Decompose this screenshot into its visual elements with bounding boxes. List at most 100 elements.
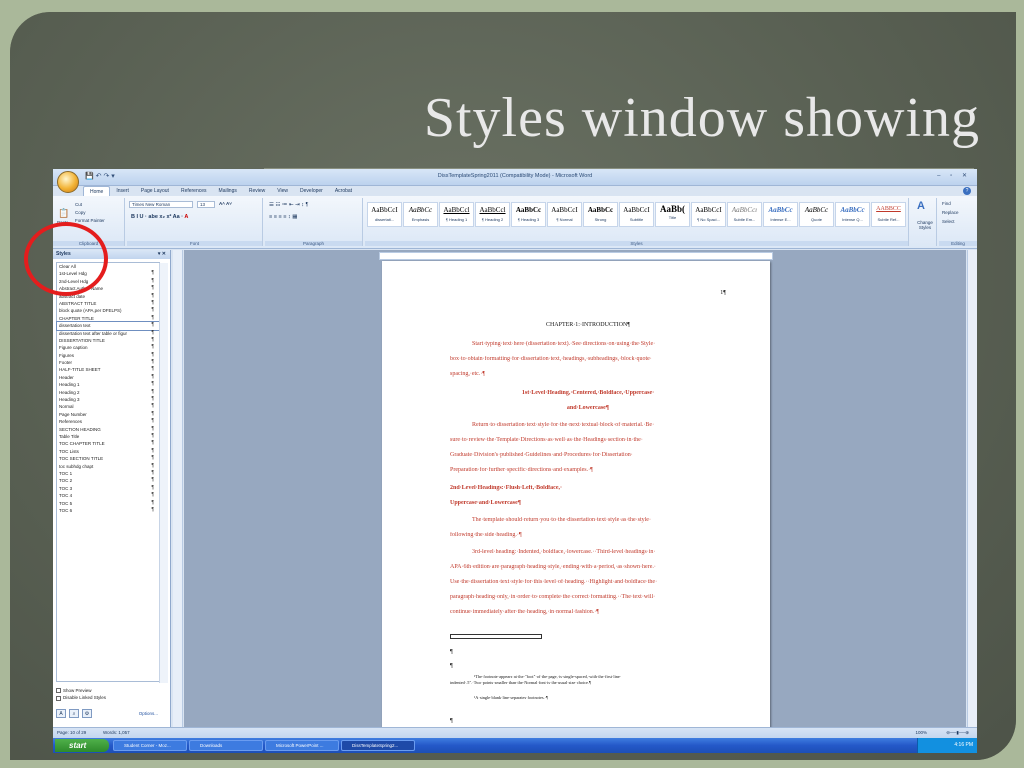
find-button[interactable]: Find: [942, 201, 951, 206]
style-list-item[interactable]: TOC 5 ¶: [57, 500, 159, 507]
styles-list-scrollbar[interactable]: [159, 263, 168, 683]
style-list-item[interactable]: HALF-TITLE SHEET ¶: [57, 366, 159, 373]
tab-insert[interactable]: Insert: [110, 186, 135, 196]
vertical-scrollbar[interactable]: [967, 250, 977, 727]
grow-font-icon[interactable]: A˄ A˅: [219, 201, 232, 206]
style-list-item[interactable]: TOC Lists ¶: [57, 448, 159, 455]
style-gallery-item[interactable]: AaBbCcl ¶ Heading 1: [439, 202, 474, 227]
style-list-item[interactable]: SECTION HEADING ¶: [57, 426, 159, 433]
style-gallery-item[interactable]: AaBbCc Strong: [583, 202, 618, 227]
manage-styles-icon[interactable]: ⚙: [82, 709, 92, 718]
disable-linked-checkbox[interactable]: [56, 695, 61, 701]
style-list-item[interactable]: dissertation text after table or figur ¶: [57, 330, 159, 337]
options-link[interactable]: Options...: [139, 711, 158, 716]
copy-button[interactable]: Copy: [75, 210, 86, 215]
style-list-item[interactable]: Normal ¶: [57, 403, 159, 410]
show-preview-checkbox[interactable]: [56, 688, 61, 694]
style-gallery-item[interactable]: AaBbCc ¶ Heading 3: [511, 202, 546, 227]
change-styles-icon[interactable]: A: [917, 200, 925, 212]
style-list-item[interactable]: Table Title ¶: [57, 433, 159, 440]
paragraph-style-icon: ¶: [151, 359, 154, 366]
style-list-label: toc subhdg chapt: [59, 463, 94, 469]
style-list-item[interactable]: toc subhdg chapt ¶: [57, 463, 159, 470]
style-list-item[interactable]: References ¶: [57, 418, 159, 425]
style-gallery-item[interactable]: AaBbCcI ¶ Normal: [547, 202, 582, 227]
style-list-item[interactable]: Heading 3 ¶: [57, 396, 159, 403]
tab-developer[interactable]: Developer: [294, 186, 329, 196]
tab-mailings[interactable]: Mailings: [213, 186, 243, 196]
style-list-item[interactable]: Figure caption ¶: [57, 344, 159, 351]
word-count[interactable]: Words: 1,057: [103, 730, 130, 735]
style-list-item[interactable]: TOC 1 ¶: [57, 470, 159, 477]
taskbar-item-powerpoint[interactable]: Microsoft PowerPoint ...: [265, 740, 339, 751]
style-list-item[interactable]: block quote (APA,per DFELPS) ¶: [57, 307, 159, 314]
style-gallery-item[interactable]: AABBCC Subtle Ref...: [871, 202, 906, 227]
tab-page-layout[interactable]: Page Layout: [135, 186, 175, 196]
tab-references[interactable]: References: [175, 186, 213, 196]
font-format-buttons[interactable]: B I U · abe x₂ x² Aa · A: [131, 214, 188, 220]
new-style-icon[interactable]: A: [56, 709, 66, 718]
style-gallery-item[interactable]: AaBb(Title: [655, 202, 690, 227]
list-buttons[interactable]: ☰ ☷ ≔ ⇤ ⇥ ↕ ¶: [269, 202, 308, 208]
cut-button[interactable]: Cut: [75, 202, 82, 207]
change-styles-button[interactable]: Change Styles: [913, 220, 937, 230]
style-list-item[interactable]: ABSTRACT TITLE ¶: [57, 300, 159, 307]
style-gallery-item[interactable]: AaBbCc Intense Q...: [835, 202, 870, 227]
style-list-item[interactable]: TOC 4 ¶: [57, 492, 159, 499]
disable-linked-option[interactable]: Disable Linked Styles: [56, 695, 106, 701]
page-count[interactable]: Page: 10 of 29: [57, 730, 86, 735]
tab-view[interactable]: View: [271, 186, 294, 196]
style-list-item[interactable]: Header ¶: [57, 374, 159, 381]
select-button[interactable]: Select: [942, 219, 955, 224]
style-gallery-item[interactable]: AaBbCcI dissertati...: [367, 202, 402, 227]
document-page[interactable]: 1¶ CHAPTER·1:·INTRODUCTION¶ Start·typing·…: [382, 261, 770, 729]
style-list-item[interactable]: Heading 2 ¶: [57, 389, 159, 396]
style-list-item[interactable]: DISSERTATION TITLE ¶: [57, 337, 159, 344]
window-controls[interactable]: ‒ ▫ ✕: [937, 172, 971, 179]
style-list-label: Normal: [59, 404, 74, 410]
style-gallery-item[interactable]: AaBbCcl ¶ Heading 2: [475, 202, 510, 227]
taskbar-item-firefox[interactable]: Student Corner - Moz...: [113, 740, 187, 751]
style-list-item[interactable]: TOC 2 ¶: [57, 477, 159, 484]
show-preview-option[interactable]: Show Preview: [56, 688, 106, 694]
style-list-item[interactable]: Figures ¶: [57, 352, 159, 359]
document-line: and·Lowercase¶: [566, 405, 610, 411]
paragraph-style-icon: ¶: [151, 469, 154, 476]
style-list-item[interactable]: dissertation text ¶: [56, 321, 160, 331]
style-list-item[interactable]: CHAPTER TITLE ¶: [57, 315, 159, 322]
style-gallery-item[interactable]: AaBbCcI ¶ No Spaci...: [691, 202, 726, 227]
zoom-slider[interactable]: ⊖──▮──⊕: [946, 730, 969, 736]
style-list-item[interactable]: TOC SECTION TITLE ¶: [57, 455, 159, 462]
style-name: Subtle Em...: [733, 217, 756, 222]
style-list-item[interactable]: TOC 3 ¶: [57, 485, 159, 492]
style-name: Subtitle: [629, 217, 644, 222]
style-gallery-item[interactable]: AaBbCc Quote: [799, 202, 834, 227]
style-list-item[interactable]: Footer ¶: [57, 359, 159, 366]
taskbar-item-downloads[interactable]: Downloads: [189, 740, 263, 751]
style-gallery-item[interactable]: AaBbCc Intense E...: [763, 202, 798, 227]
tab-home[interactable]: Home: [83, 186, 111, 196]
office-button[interactable]: [57, 171, 79, 193]
styles-pane-options: Show Preview Disable Linked Styles: [56, 688, 106, 701]
style-gallery-item[interactable]: AaBbCcI Subtitle: [619, 202, 654, 227]
tab-review[interactable]: Review: [243, 186, 271, 196]
format-painter-button[interactable]: Format Painter: [75, 218, 105, 223]
start-button[interactable]: start: [55, 739, 109, 752]
paste-icon[interactable]: 📋: [58, 208, 69, 219]
font-name-box[interactable]: Times New Roman: [129, 201, 193, 208]
zoom-level[interactable]: 100%: [915, 730, 927, 735]
style-inspector-icon[interactable]: ⌕: [69, 709, 79, 718]
replace-button[interactable]: Replace: [942, 210, 959, 215]
font-size-box[interactable]: 13: [197, 201, 215, 208]
style-list-item[interactable]: TOC 6 ¶: [57, 507, 159, 514]
taskbar-item-word[interactable]: DissTemplateSpring2...: [341, 740, 415, 751]
help-icon[interactable]: ?: [963, 187, 971, 195]
style-list-item[interactable]: Page Number ¶: [57, 411, 159, 418]
align-buttons[interactable]: ≡ ≡ ≡ ≡ ↕ ▦: [269, 214, 297, 220]
style-gallery-item[interactable]: AaBbCc Emphasis: [403, 202, 438, 227]
close-icon[interactable]: ▾ ✕: [158, 251, 166, 257]
style-list-item[interactable]: TOC CHAPTER TITLE ¶: [57, 440, 159, 447]
style-list-item[interactable]: Heading 1 ¶: [57, 381, 159, 388]
tab-acrobat[interactable]: Acrobat: [329, 186, 358, 196]
style-gallery-item[interactable]: AaBbCcı Subtle Em...: [727, 202, 762, 227]
